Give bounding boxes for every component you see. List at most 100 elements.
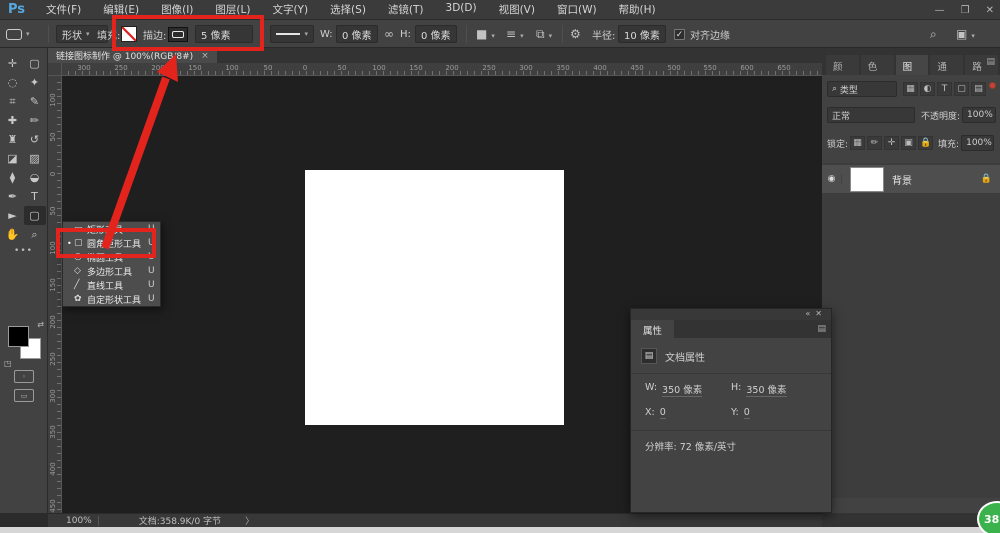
tab-properties[interactable]: 属性 xyxy=(631,320,674,338)
tool-hand-icon[interactable]: ✋ xyxy=(2,225,24,244)
menu-item-8[interactable]: 视图(V) xyxy=(490,0,544,19)
restore-icon[interactable]: ❐ xyxy=(961,5,970,16)
link-dimensions-icon[interactable]: ∞ xyxy=(384,27,394,41)
tool-move-icon[interactable]: ✛ xyxy=(2,54,24,73)
tool-type-icon[interactable]: T xyxy=(24,187,46,206)
tool-gradient-icon[interactable]: ▨ xyxy=(24,149,46,168)
lock-position-icon[interactable]: ✛ xyxy=(884,136,899,150)
shape-width-input[interactable]: 0 像素 xyxy=(336,25,378,43)
width-label: W: xyxy=(320,29,333,40)
filter-switch-icon[interactable] xyxy=(989,82,996,89)
align-edges-checkbox[interactable]: ✓ xyxy=(674,29,685,40)
layer-filter-select[interactable]: ⌕ 类型 xyxy=(827,81,897,97)
tab-2[interactable]: 图层 xyxy=(896,55,929,75)
flyout-item-3[interactable]: ◇多边形工具U xyxy=(63,264,160,278)
menu-item-5[interactable]: 选择(S) xyxy=(321,0,375,19)
zoom-level-field[interactable]: 100% xyxy=(60,516,99,526)
swap-colors-icon[interactable]: ⇄ xyxy=(37,320,44,329)
quick-mask-button[interactable]: ◦ xyxy=(14,370,34,383)
adjustment-filter-icon[interactable]: ◐ xyxy=(920,82,935,96)
minimize-icon[interactable]: — xyxy=(935,5,945,16)
tool-eraser-icon[interactable]: ◪ xyxy=(2,149,24,168)
tab-close-icon[interactable]: × xyxy=(201,51,209,61)
tool-history-brush-icon[interactable]: ↺ xyxy=(24,130,46,149)
tool-eyedropper-icon[interactable]: ✎ xyxy=(24,92,46,111)
lock-pixels-icon[interactable]: ✏ xyxy=(867,136,882,150)
tool-healing-brush-icon[interactable]: ✚ xyxy=(2,111,24,130)
ruler-origin-box[interactable] xyxy=(48,63,62,76)
blend-mode-select[interactable]: 正常 xyxy=(827,107,915,123)
doc-width-value[interactable]: 350 像素 xyxy=(662,382,702,397)
tool-preset-button[interactable]: ▾ xyxy=(6,20,30,48)
edit-toolbar-icon[interactable]: ••• xyxy=(0,246,47,256)
close-panel-icon[interactable]: ✕ xyxy=(815,309,827,318)
flyout-item-4[interactable]: ╱直线工具U xyxy=(63,278,160,292)
flyout-item-label: 直线工具 xyxy=(87,279,148,292)
tool-marquee-icon[interactable]: ▢ xyxy=(24,54,46,73)
visibility-eye-icon[interactable]: ◉ xyxy=(822,174,842,184)
tool-magic-wand-icon[interactable]: ✦ xyxy=(24,73,46,92)
layer-thumbnail[interactable] xyxy=(850,167,884,192)
radius-value: 10 像素 xyxy=(624,27,660,42)
menu-item-4[interactable]: 文字(Y) xyxy=(263,0,317,19)
tool-pen-icon[interactable]: ✒ xyxy=(2,187,24,206)
close-icon[interactable]: ✕ xyxy=(986,5,994,16)
type-filter-icon[interactable]: T xyxy=(937,82,952,96)
menu-item-10[interactable]: 帮助(H) xyxy=(610,0,665,19)
panel-menu-icon[interactable]: ▤ xyxy=(817,324,826,334)
ruler-h-label-15: 450 xyxy=(630,64,643,72)
resolution-value[interactable]: 72 像素/英寸 xyxy=(680,439,736,453)
opacity-input[interactable]: 100% xyxy=(962,107,996,123)
lock-artboard-icon[interactable]: ▣ xyxy=(901,136,916,150)
search-icon[interactable]: ⌕ xyxy=(930,27,937,42)
path-alignment-button[interactable]: ≡▾ xyxy=(506,27,524,41)
tool-zoom-icon[interactable]: ⌕ xyxy=(24,225,46,244)
document-canvas[interactable] xyxy=(305,170,564,425)
path-operations-button[interactable]: ■▾ xyxy=(476,27,495,41)
screen-mode-button[interactable]: ▭ xyxy=(14,389,34,402)
tab-0[interactable]: 颜色 xyxy=(826,55,859,75)
ruler-v-label-8: 300 xyxy=(49,389,57,403)
menu-item-0[interactable]: 文件(F) xyxy=(37,0,90,19)
menu-item-6[interactable]: 滤镜(T) xyxy=(379,0,433,19)
shape-height-input[interactable]: 0 像素 xyxy=(415,25,457,43)
gear-icon[interactable]: ⚙ xyxy=(570,27,581,41)
status-expander-icon[interactable]: 〉 xyxy=(245,514,254,527)
properties-panel-header[interactable]: «✕ xyxy=(631,309,831,320)
default-colors-icon[interactable]: ◳ xyxy=(4,359,12,368)
shape-filter-icon[interactable]: ▢ xyxy=(954,82,969,96)
horizontal-ruler[interactable]: 3002502001501005005010015020025030035040… xyxy=(62,63,822,76)
menu-item-9[interactable]: 窗口(W) xyxy=(548,0,606,19)
radius-input[interactable]: 10 像素 xyxy=(618,25,666,43)
pixel-filter-icon[interactable]: ▦ xyxy=(903,82,918,96)
foreground-color-swatch[interactable] xyxy=(8,326,29,347)
tool-crop-icon[interactable]: ⌗ xyxy=(2,92,24,111)
menu-item-7[interactable]: 3D(D) xyxy=(437,0,486,19)
lock-all-icon[interactable]: 🔒 xyxy=(918,136,933,150)
tool-path-selection-icon[interactable]: ► xyxy=(2,206,24,225)
tool-lasso-icon[interactable]: ◌ xyxy=(2,73,24,92)
doc-x-value[interactable]: 0 xyxy=(660,407,666,419)
lock-transparent-icon[interactable]: ▦ xyxy=(850,136,865,150)
flyout-item-5[interactable]: ✿自定形状工具U xyxy=(63,292,160,306)
stroke-style-select[interactable]: ▾ xyxy=(270,25,314,43)
path-arrange-button[interactable]: ⧉▾ xyxy=(536,27,552,42)
smart-object-filter-icon[interactable]: ▤ xyxy=(971,82,986,96)
tool-brush-icon[interactable]: ✏ xyxy=(24,111,46,130)
tool-clone-stamp-icon[interactable]: ♜ xyxy=(2,130,24,149)
collapse-panel-icon[interactable]: « xyxy=(805,309,815,318)
tab-3[interactable]: 通道 xyxy=(930,55,963,75)
rounded-rect-tool-icon xyxy=(6,29,22,40)
tool-dodge-icon[interactable]: ◒ xyxy=(24,168,46,187)
doc-height-value[interactable]: 350 像素 xyxy=(746,382,786,397)
doc-y-value[interactable]: 0 xyxy=(744,407,750,419)
workspace-switcher-button[interactable]: ▣▾ xyxy=(956,27,975,41)
fill-input[interactable]: 100% xyxy=(961,135,994,151)
tool-blur-icon[interactable]: ⧫ xyxy=(2,168,24,187)
layer-row-background[interactable]: ◉ 背景 🔒 xyxy=(822,165,1000,193)
tab-1[interactable]: 色板 xyxy=(861,55,894,75)
tool-shape-icon[interactable]: ▢ xyxy=(24,206,46,225)
panel-dock-menu-icon[interactable]: ▤ xyxy=(986,57,995,67)
height-label: H: xyxy=(400,29,411,40)
vertical-ruler[interactable]: 10050050100150200250300350400450 xyxy=(48,76,62,513)
